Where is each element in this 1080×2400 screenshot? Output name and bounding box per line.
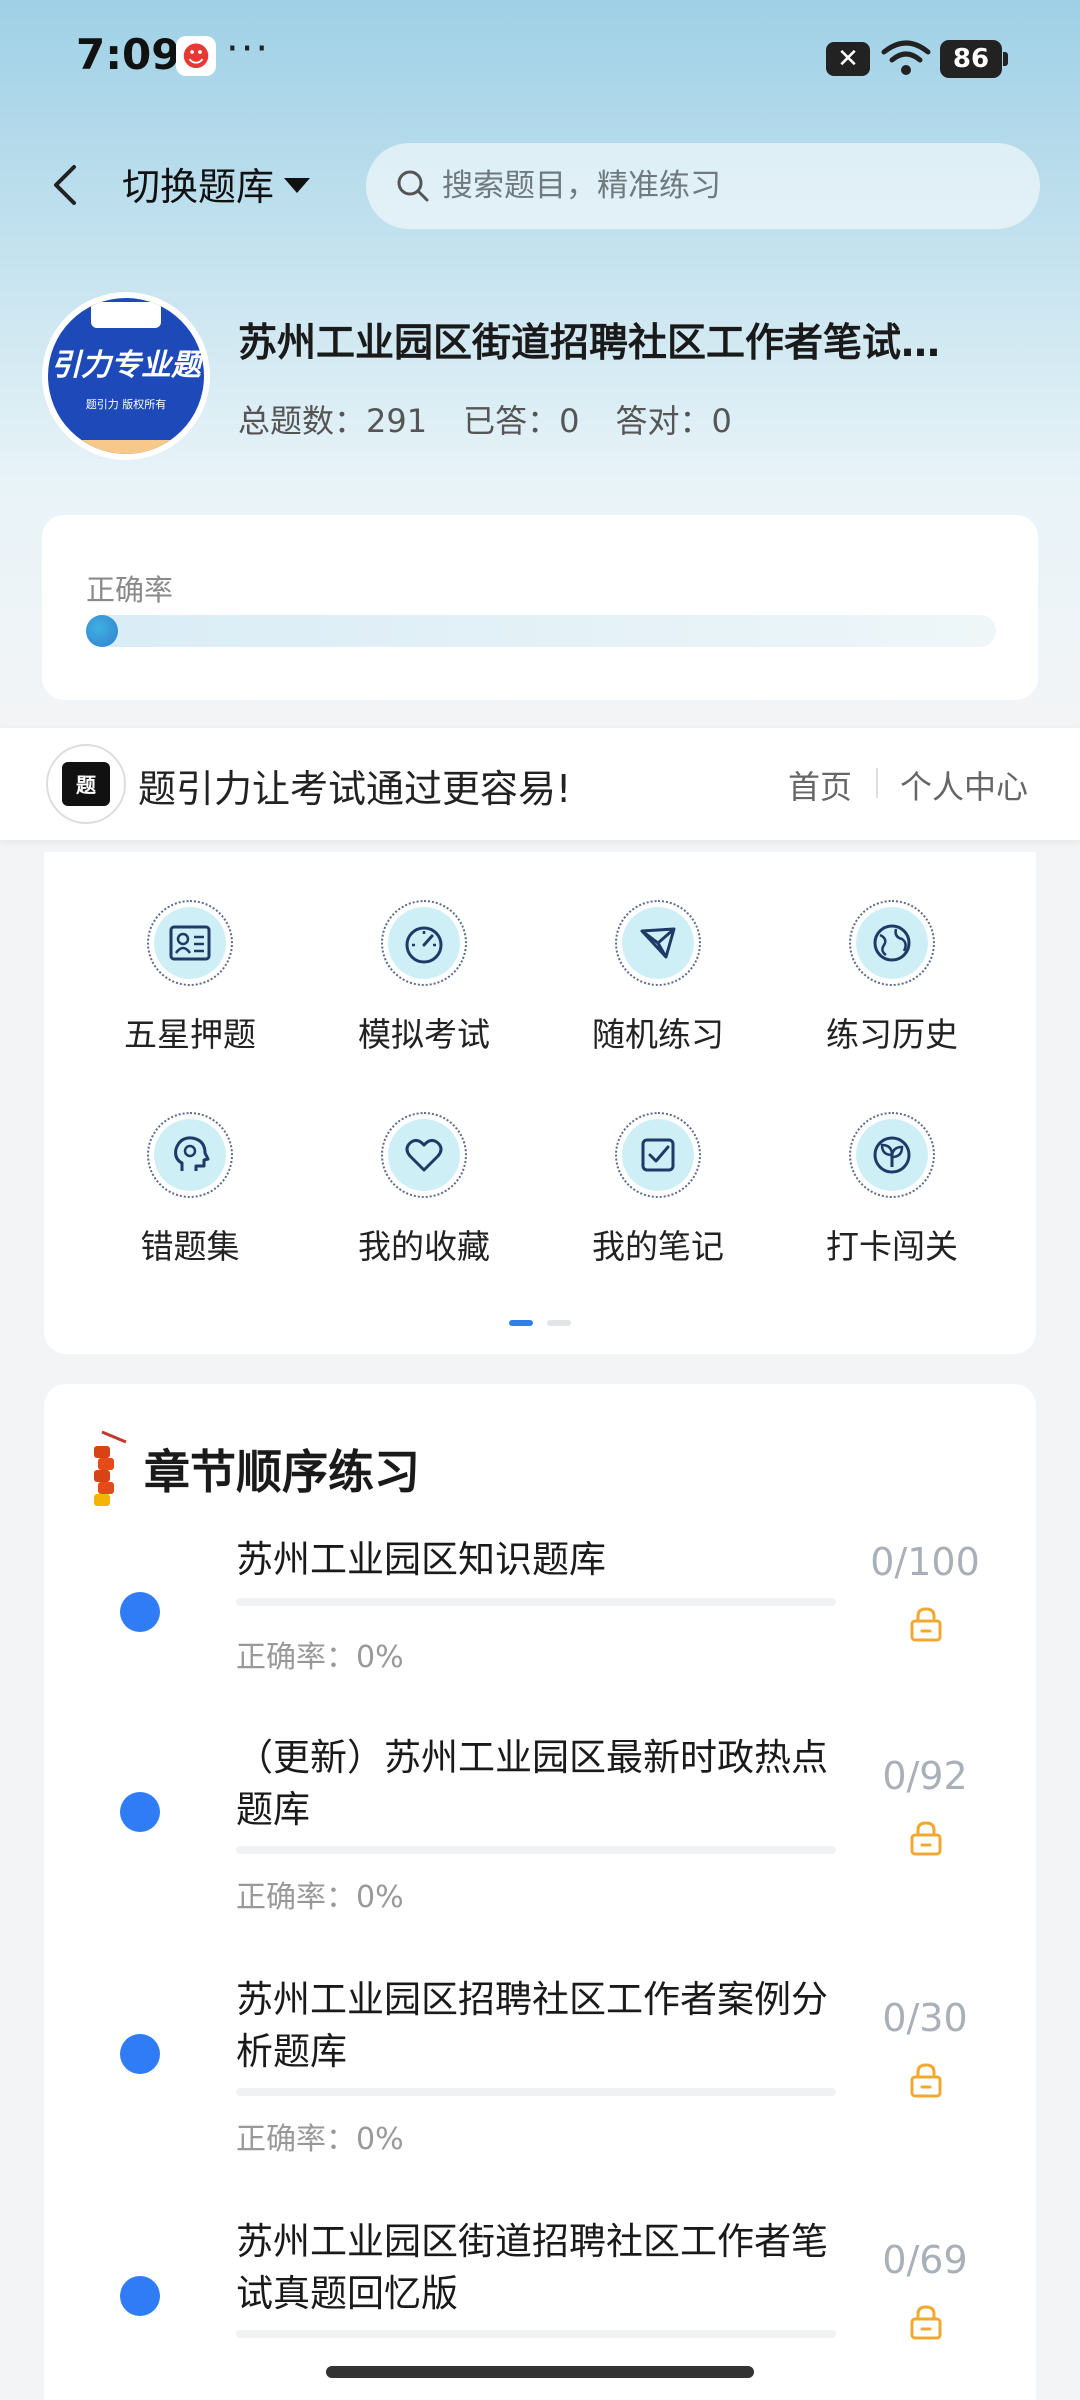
correct-count: 答对：0 bbox=[615, 402, 732, 440]
chapter-practice-section: 章节顺序练习 苏州工业园区知识题库 正确率：0% 0/100 （更新）苏州工业园… bbox=[44, 1384, 1036, 2400]
lock-icon bbox=[910, 1607, 942, 1642]
switch-bank-label: 切换题库 bbox=[122, 165, 275, 209]
bank-stats: 总题数：291 已答：0 答对：0 bbox=[238, 396, 732, 442]
svg-text:题: 题 bbox=[76, 773, 97, 797]
chapter-title: 苏州工业园区街道招聘社区工作者笔试真题回忆版 bbox=[236, 2220, 828, 2315]
note-check-icon bbox=[641, 1138, 675, 1172]
chapter-section-title: 章节顺序练习 bbox=[144, 1445, 420, 1499]
chapter-progress-bar bbox=[236, 2330, 836, 2338]
chapter-progress-bar bbox=[236, 2088, 836, 2096]
chapter-status-dot bbox=[120, 2034, 160, 2074]
sim-off-icon: ✕ bbox=[826, 42, 870, 76]
chapter-count: 0/69 bbox=[882, 2238, 968, 2282]
feature-label: 打卡闯关 bbox=[826, 1227, 958, 1266]
chapter-status-dot bbox=[120, 1592, 160, 1632]
features-grid: 五星押题 模拟考试 随机练习 练习历史 错题集 我的收藏 我的笔记 打卡闯关 bbox=[44, 852, 1036, 1354]
brand-logo: 题 bbox=[46, 744, 126, 824]
page-dot bbox=[547, 1320, 571, 1326]
chapter-item[interactable]: （更新）苏州工业园区最新时政热点题库 正确率：0% 0/92 bbox=[44, 1732, 1036, 1972]
feature-label: 随机练习 bbox=[592, 1015, 724, 1054]
home-indicator[interactable] bbox=[326, 2366, 754, 2378]
brand-slogan: 题引力让考试通过更容易! bbox=[138, 767, 572, 811]
lock-icon bbox=[910, 2063, 942, 2098]
lock-icon bbox=[910, 1821, 942, 1856]
status-time: 7:09 bbox=[76, 30, 181, 79]
chapter-status-dot bbox=[120, 2276, 160, 2316]
total-count: 总题数：291 bbox=[238, 402, 428, 440]
feature-label: 练习历史 bbox=[826, 1015, 958, 1054]
search-bar[interactable] bbox=[366, 143, 1040, 229]
search-icon bbox=[397, 170, 429, 202]
wifi-icon bbox=[881, 40, 931, 75]
chapter-title: （更新）苏州工业园区最新时政热点题库 bbox=[236, 1736, 828, 1831]
answered-count: 已答：0 bbox=[463, 402, 580, 440]
feature-mock-exam[interactable]: 模拟考试 bbox=[324, 900, 524, 1080]
accuracy-progress-indicator bbox=[86, 615, 118, 647]
app-notification-icon: ☻ bbox=[176, 36, 216, 76]
chapter-progress-bar bbox=[236, 1846, 836, 1854]
chapter-status-dot bbox=[120, 1792, 160, 1832]
sprout-icon bbox=[873, 1136, 911, 1174]
feature-checkin[interactable]: 打卡闯关 bbox=[792, 1112, 992, 1292]
chapter-count: 0/30 bbox=[882, 1996, 968, 2040]
banner-divider bbox=[876, 768, 878, 798]
firecracker-icon bbox=[94, 1430, 127, 1506]
globe-icon bbox=[873, 924, 911, 962]
lock-icon bbox=[910, 2305, 942, 2340]
page-indicator bbox=[44, 1320, 1036, 1326]
feature-label: 五星押题 bbox=[124, 1015, 256, 1054]
feature-notes[interactable]: 我的笔记 bbox=[558, 1112, 758, 1292]
feature-label: 错题集 bbox=[140, 1227, 240, 1266]
chapter-title: 苏州工业园区招聘社区工作者案例分析题库 bbox=[236, 1978, 828, 2073]
chapter-accuracy: 正确率：0% bbox=[236, 2122, 404, 2157]
chapter-accuracy: 正确率：0% bbox=[236, 1640, 404, 1675]
feature-favorites[interactable]: 我的收藏 bbox=[324, 1112, 524, 1292]
chapter-title: 苏州工业园区知识题库 bbox=[236, 1538, 606, 1581]
feature-label: 模拟考试 bbox=[358, 1015, 490, 1054]
chapter-item[interactable]: 苏州工业园区招聘社区工作者案例分析题库 正确率：0% 0/30 bbox=[44, 1974, 1036, 2214]
home-link[interactable]: 首页 bbox=[788, 762, 852, 808]
bank-logo-title: 引力专业题 bbox=[51, 348, 201, 383]
feature-history[interactable]: 练习历史 bbox=[792, 900, 992, 1080]
chapter-progress-bar bbox=[236, 1598, 836, 1606]
chapter-count: 0/92 bbox=[882, 1754, 968, 1798]
caret-down-icon bbox=[284, 178, 311, 193]
brand-banner: 题 题引力让考试通过更容易! 首页 个人中心 bbox=[0, 728, 1080, 840]
brand-logo-icon: 题 bbox=[62, 762, 110, 806]
search-input[interactable] bbox=[442, 168, 1002, 204]
switch-bank-button[interactable]: 切换题库 bbox=[122, 156, 311, 211]
chevron-left-icon bbox=[54, 165, 76, 205]
page-dot-active bbox=[509, 1320, 533, 1326]
chapter-item[interactable]: 苏州工业园区知识题库 正确率：0% 0/100 bbox=[44, 1534, 1036, 1734]
chapter-count: 0/100 bbox=[870, 1540, 980, 1584]
accuracy-card: 正确率 bbox=[42, 515, 1038, 700]
feature-random-practice[interactable]: 随机练习 bbox=[558, 900, 758, 1080]
head-icon bbox=[174, 1136, 210, 1171]
more-notifications-icon: ··· bbox=[226, 26, 271, 72]
feature-five-star[interactable]: 五星押题 bbox=[90, 900, 290, 1080]
shuffle-icon bbox=[640, 927, 676, 959]
heart-icon bbox=[405, 1138, 443, 1172]
battery-icon: 86 bbox=[940, 40, 1008, 78]
feature-label: 我的收藏 bbox=[358, 1227, 490, 1266]
feature-label: 我的笔记 bbox=[592, 1227, 724, 1266]
accuracy-label: 正确率 bbox=[86, 573, 174, 607]
chapter-accuracy: 正确率：0% bbox=[236, 1880, 404, 1915]
bank-logo-subtitle: 题引力 版权所有 bbox=[85, 398, 167, 411]
feature-wrong-questions[interactable]: 错题集 bbox=[90, 1112, 290, 1292]
id-card-icon bbox=[169, 925, 211, 961]
chapter-header: 章节顺序练习 bbox=[86, 1424, 420, 1514]
back-button[interactable] bbox=[40, 155, 90, 215]
speedometer-icon bbox=[405, 926, 443, 964]
accuracy-progress-bar bbox=[86, 615, 996, 647]
user-center-link[interactable]: 个人中心 bbox=[900, 762, 1028, 808]
bank-logo: 引力专业题 题引力 版权所有 bbox=[42, 292, 210, 460]
status-bar: 7:09 ☻ ··· ✕ 86 bbox=[0, 0, 1080, 118]
bank-title: 苏州工业园区街道招聘社区工作者笔试… bbox=[238, 321, 941, 366]
